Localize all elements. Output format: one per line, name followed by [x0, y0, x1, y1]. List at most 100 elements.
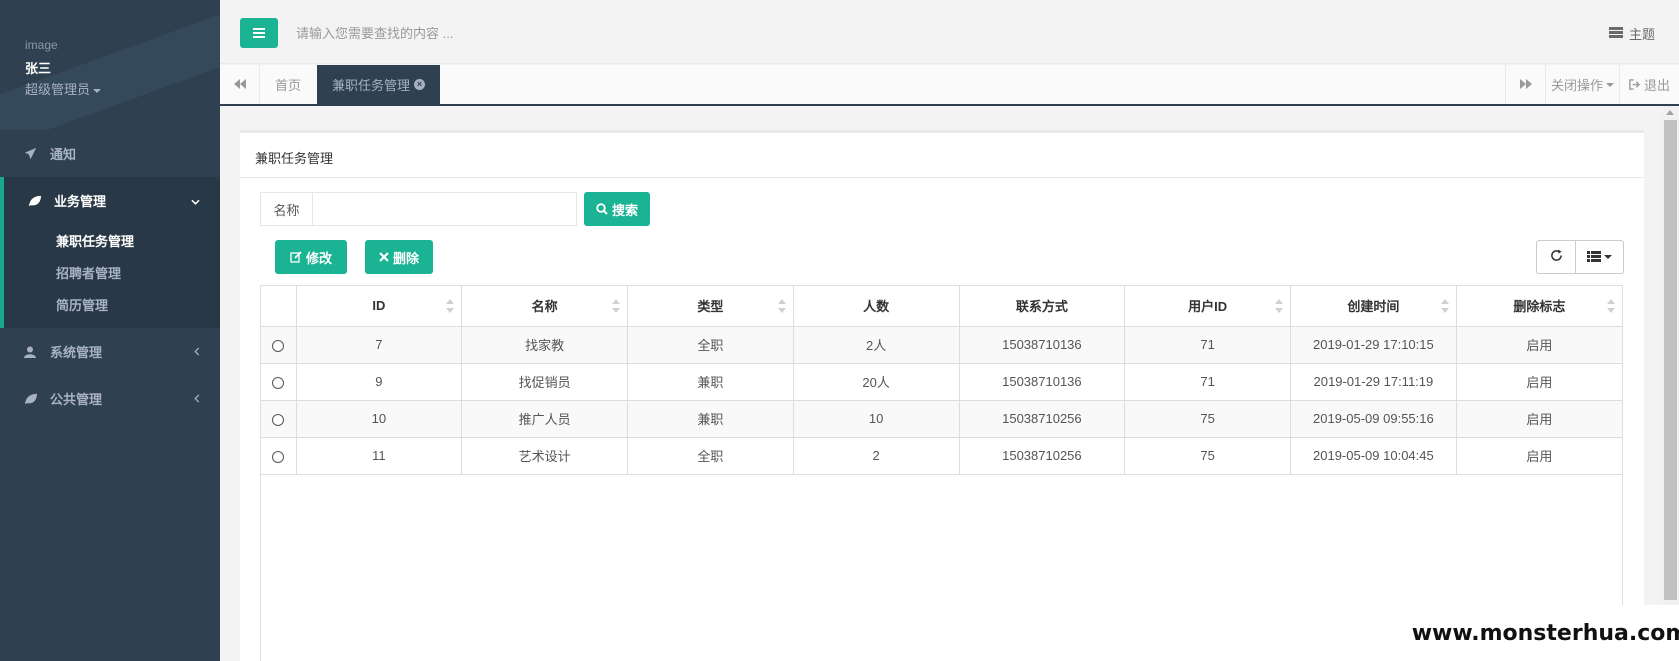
content-panel: 兼职任务管理 名称 搜索 修改 删除 ID 名称 类型 人数 联系方式 用户ID…: [240, 130, 1644, 661]
backward-icon: [233, 77, 246, 92]
columns-toggle-button[interactable]: [1575, 241, 1623, 273]
edit-button[interactable]: 修改: [275, 240, 347, 274]
sidebar-subitem-resumes[interactable]: 简历管理: [4, 288, 220, 320]
caret-down-icon: [1606, 82, 1614, 87]
column-header-user-id[interactable]: 用户ID: [1124, 286, 1291, 327]
table-cell: 75: [1124, 437, 1291, 475]
global-search-input[interactable]: [296, 18, 796, 48]
name-search-input[interactable]: [312, 192, 577, 226]
radio-button[interactable]: [272, 339, 285, 352]
avatar[interactable]: image: [25, 38, 220, 52]
close-operations-label: 关闭操作: [1550, 78, 1603, 93]
leaf-icon: [28, 195, 48, 207]
table-cell: 2019-01-29 17:10:15: [1290, 326, 1457, 364]
top-navbar: 主题: [220, 0, 1679, 64]
table-row[interactable]: 9 找促销员 兼职 20人 15038710136 71 2019-01-29 …: [261, 363, 1622, 401]
sidebar-subitem-part-time-tasks[interactable]: 兼职任务管理: [4, 224, 220, 256]
menu-toggle-button[interactable]: [240, 18, 278, 48]
scrollbar-thumb[interactable]: [1664, 120, 1677, 600]
column-header-created-at[interactable]: 创建时间: [1290, 286, 1457, 327]
data-table: ID 名称 类型 人数 联系方式 用户ID 创建时间 删除标志 7 找家教 全职…: [260, 285, 1623, 661]
sidebar-item-public[interactable]: 公共管理: [0, 375, 220, 422]
column-header-name[interactable]: 名称: [461, 286, 628, 327]
table-cell: 推广人员: [461, 400, 628, 438]
hamburger-icon: [253, 26, 265, 41]
caret-down-icon: [93, 88, 102, 93]
forward-icon: [1519, 77, 1532, 92]
sort-icon: [1440, 299, 1449, 313]
sidebar-item-label: 业务管理: [54, 194, 107, 209]
theme-label: 主题: [1628, 27, 1655, 42]
sort-icon: [1607, 299, 1615, 313]
refresh-icon: [1550, 249, 1563, 265]
theme-link[interactable]: 主题: [1608, 24, 1655, 43]
table-cell: 启用: [1456, 326, 1622, 364]
table-cell: 启用: [1456, 363, 1622, 401]
sidebar-item-business[interactable]: 业务管理: [4, 177, 220, 224]
close-operations-dropdown[interactable]: 关闭操作: [1545, 65, 1619, 104]
radio-button[interactable]: [272, 376, 285, 389]
sidebar-item-label: 公共管理: [50, 392, 103, 407]
table-row[interactable]: 7 找家教 全职 2人 15038710136 71 2019-01-29 17…: [261, 326, 1622, 364]
column-header-type[interactable]: 类型: [627, 286, 794, 327]
row-select[interactable]: [261, 326, 297, 364]
sort-icon: [1275, 299, 1283, 313]
table-cell: 艺术设计: [461, 437, 628, 475]
profile-role-dropdown[interactable]: 超级管理员: [25, 79, 220, 98]
radio-button[interactable]: [272, 413, 285, 426]
remove-icon: [379, 252, 389, 262]
row-select[interactable]: [261, 400, 297, 438]
sidebar-item-label: 系统管理: [50, 345, 103, 360]
table-cell: 2019-05-09 10:04:45: [1290, 437, 1457, 475]
radio-button[interactable]: [272, 450, 285, 463]
scroll-up-icon[interactable]: [1666, 110, 1674, 115]
chevron-left-icon: [194, 345, 200, 359]
delete-button-label: 删除: [392, 250, 419, 266]
sidebar-group-business: 业务管理 兼职任务管理 招聘者管理 简历管理: [0, 177, 220, 328]
column-header-id[interactable]: ID: [296, 286, 463, 327]
table-cell: 兼职: [627, 400, 794, 438]
table-toolbar: [1536, 240, 1624, 274]
table-cell: 10: [296, 400, 463, 438]
logout-button[interactable]: 退出: [1619, 65, 1679, 104]
name-search-group: 名称: [260, 192, 577, 226]
table-cell: 20人: [793, 363, 960, 401]
tab-scroll-left-button[interactable]: [220, 65, 260, 104]
table-cell: 启用: [1456, 400, 1622, 438]
column-header-label: 联系方式: [1015, 299, 1068, 315]
refresh-button[interactable]: [1537, 241, 1575, 273]
column-header-label: 创建时间: [1347, 299, 1400, 315]
table-cell: 找促销员: [461, 363, 628, 401]
logout-label: 退出: [1643, 78, 1670, 93]
caret-down-icon: [1604, 255, 1612, 259]
sidebar-subitem-recruiters[interactable]: 招聘者管理: [4, 256, 220, 288]
delete-button[interactable]: 删除: [365, 240, 433, 274]
search-icon: [596, 203, 608, 215]
table-cell: 75: [1124, 400, 1291, 438]
row-select[interactable]: [261, 363, 297, 401]
search-button[interactable]: 搜索: [584, 192, 650, 226]
sort-icon: [777, 299, 786, 313]
column-header-label: 人数: [863, 299, 890, 315]
table-cell: 15038710136: [959, 326, 1126, 364]
sidebar-submenu: 兼职任务管理 招聘者管理 简历管理: [4, 224, 220, 328]
edit-button-label: 修改: [305, 250, 332, 266]
page-scrollbar[interactable]: [1662, 106, 1679, 661]
user-icon: [24, 346, 44, 358]
profile-name: 张三: [25, 61, 52, 76]
table-row[interactable]: 11 艺术设计 全职 2 15038710256 75 2019-05-09 1…: [261, 437, 1622, 475]
tasks-icon: [1608, 26, 1623, 41]
panel-title: 兼职任务管理: [240, 133, 1644, 178]
column-header-delete-flag[interactable]: 删除标志: [1456, 286, 1622, 327]
tab-home[interactable]: 首页: [260, 65, 316, 104]
sidebar-item-notice[interactable]: 通知: [0, 130, 220, 177]
tab-part-time-tasks[interactable]: 兼职任务管理 ×: [317, 65, 441, 104]
tab-label: 兼职任务管理: [332, 78, 411, 93]
watermark: www.monsterhua.com: [1412, 605, 1679, 661]
profile-role-label: 超级管理员: [25, 82, 91, 97]
row-select[interactable]: [261, 437, 297, 475]
sidebar-item-system[interactable]: 系统管理: [0, 328, 220, 375]
close-tab-icon[interactable]: ×: [414, 79, 426, 90]
tab-scroll-right-button[interactable]: [1505, 65, 1545, 104]
table-row[interactable]: 10 推广人员 兼职 10 15038710256 75 2019-05-09 …: [261, 400, 1622, 438]
